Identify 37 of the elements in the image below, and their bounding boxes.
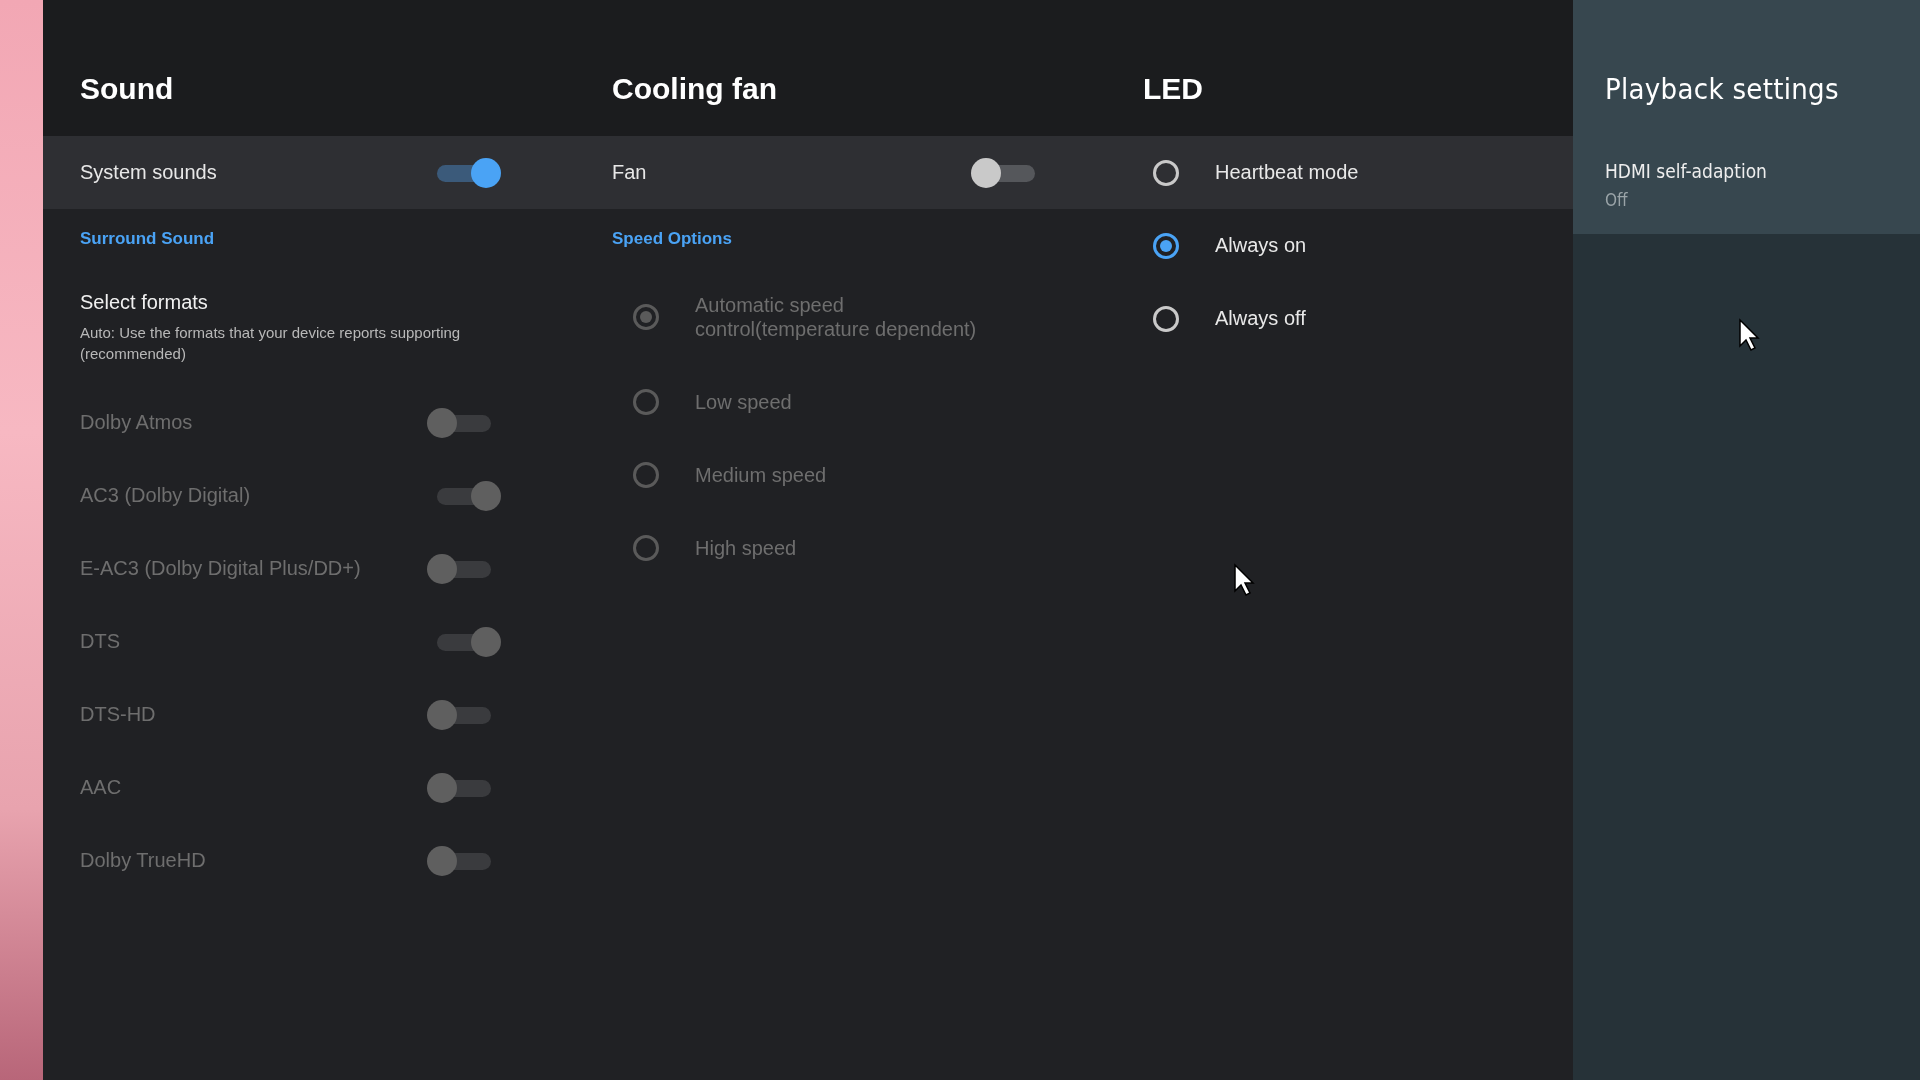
panel-title: Playback settings [1605, 72, 1839, 106]
option-label: Medium speed [695, 462, 828, 487]
row-label: DTS [80, 630, 121, 653]
panel-title: LED [1143, 72, 1203, 106]
option-label: Always on [1215, 234, 1308, 257]
settings-row[interactable]: System sounds [43, 136, 571, 209]
toggle-switch[interactable] [971, 157, 1035, 188]
row-description: Auto: Use the formats that your device reports supporting (recommended) [80, 323, 462, 364]
row-label: Dolby TrueHD [80, 849, 207, 872]
settings-row[interactable]: Fan [571, 136, 1115, 209]
row-label: HDMI self-adaption [1605, 160, 1767, 182]
row-label: AAC [80, 776, 123, 799]
option-row[interactable]: Always on [1115, 209, 1573, 282]
option-row[interactable]: Heartbeat mode [1115, 136, 1573, 209]
option-row[interactable]: Always off [1115, 282, 1573, 355]
option-label: Automatic speed control(temperature dependent) [695, 293, 978, 341]
row-label: E-AC3 (Dolby Digital Plus/DD+) [80, 557, 362, 580]
row-value: Off [1605, 190, 1628, 210]
toggle-switch[interactable] [437, 157, 501, 188]
panel-title: Cooling fan [612, 72, 777, 106]
row-label: Dolby Atmos [80, 411, 194, 434]
cursor-icon [1738, 318, 1762, 352]
row-label: AC3 (Dolby Digital) [80, 484, 252, 507]
option-label: Heartbeat mode [1215, 161, 1360, 184]
settings-row[interactable]: HDMI self-adaption Off [1573, 136, 1920, 234]
row-label: DTS-HD [80, 703, 157, 726]
cursor-icon [1233, 563, 1257, 597]
option-label: Always off [1215, 307, 1307, 330]
panel-title: Sound [80, 72, 174, 106]
row-label: Fan [612, 161, 648, 184]
option-label: High speed [695, 535, 798, 560]
radio-button[interactable] [1153, 232, 1179, 259]
section-header: Surround Sound [80, 229, 215, 249]
option-label: Low speed [695, 389, 793, 414]
row-label[interactable]: Select formats [80, 291, 571, 314]
section-header: Speed Options [612, 229, 732, 249]
row-label: System sounds [80, 161, 218, 184]
